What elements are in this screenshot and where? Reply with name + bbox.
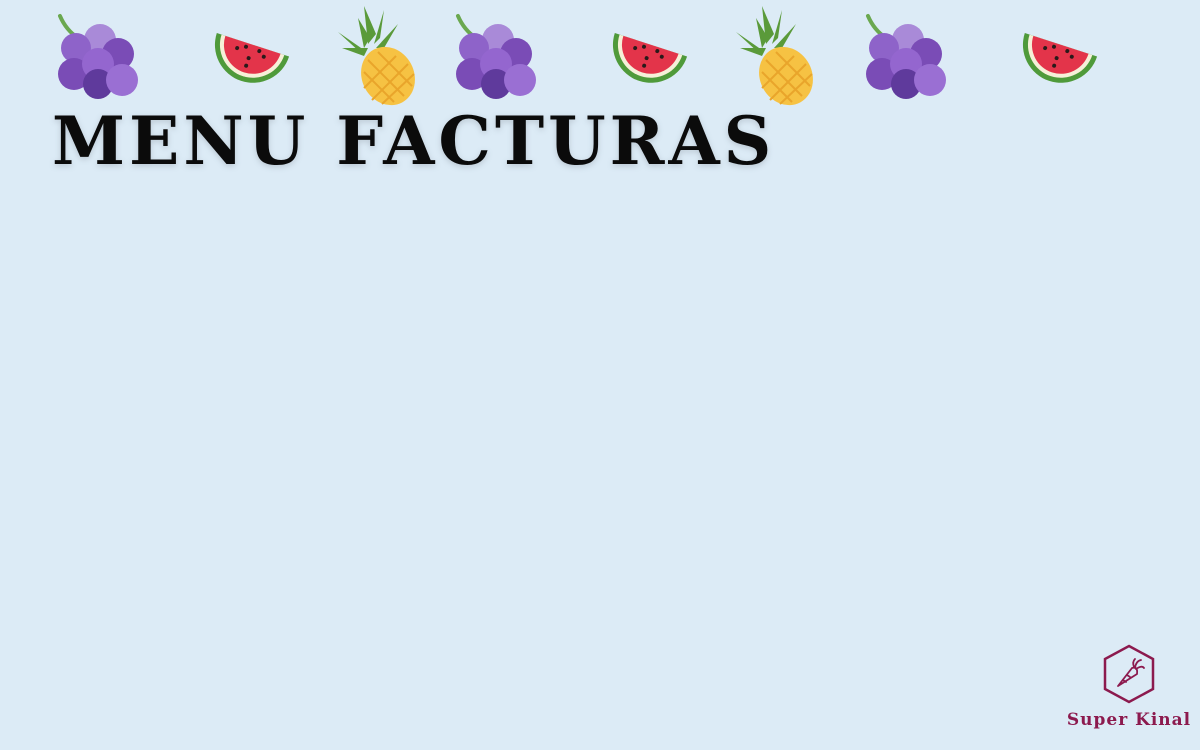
- pineapple-icon: [338, 6, 415, 106]
- carrot-hexagon-icon: [1103, 644, 1155, 704]
- brand-logo: Super Kinal: [1066, 640, 1192, 740]
- grapes-icon: [58, 14, 138, 99]
- grapes-icon: [866, 14, 946, 99]
- pineapple-icon: [736, 6, 813, 106]
- brand-name: Super Kinal: [1066, 710, 1192, 730]
- page-title: MENU FACTURAS: [52, 102, 776, 180]
- grapes-icon: [456, 14, 536, 99]
- watermelon-slice-icon: [214, 33, 290, 83]
- watermelon-slice-icon: [1022, 33, 1098, 83]
- watermelon-slice-icon: [612, 33, 688, 83]
